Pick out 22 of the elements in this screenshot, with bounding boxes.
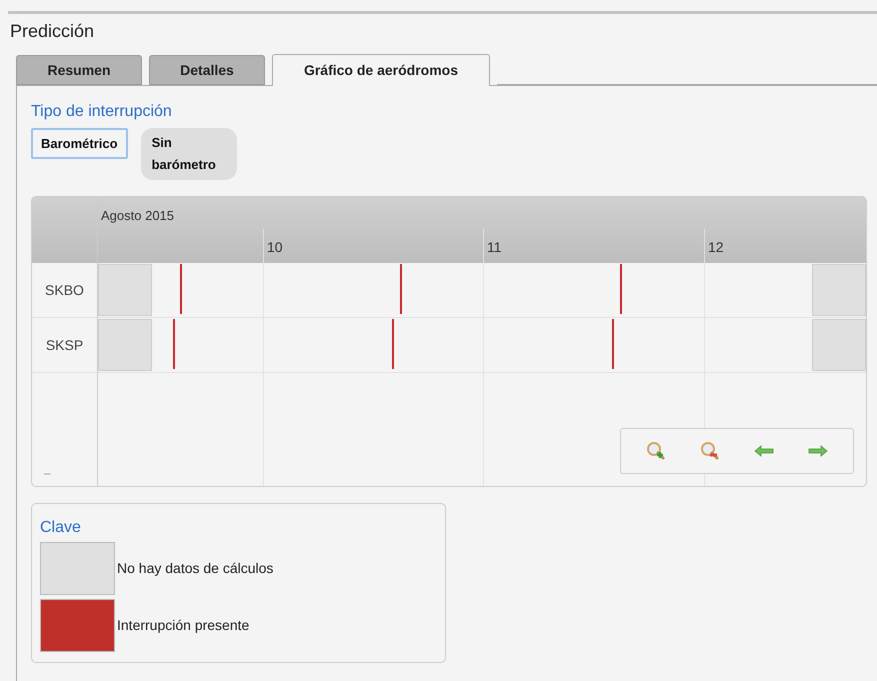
row-label: SKBO bbox=[32, 263, 97, 318]
header-corner bbox=[32, 197, 97, 263]
day-label: 10 bbox=[267, 239, 283, 255]
footer-mark: – bbox=[44, 465, 51, 482]
day-label: 12 bbox=[708, 239, 724, 255]
legend-title: Clave bbox=[40, 518, 81, 538]
left-arrow-icon[interactable] bbox=[754, 445, 774, 457]
section-heading: Tipo de interrupción bbox=[31, 102, 172, 122]
legend-label: Interrupción presente bbox=[117, 616, 250, 635]
zoom-out-icon[interactable] bbox=[700, 441, 720, 461]
row-label: SKSP bbox=[32, 318, 97, 373]
tab[interactable]: Detalles bbox=[149, 55, 265, 85]
legend-label: No hay datos de cálculos bbox=[117, 559, 274, 578]
tab[interactable]: Gráfico de aeródromos bbox=[272, 54, 490, 86]
month-label: Agosto 2015 bbox=[101, 208, 174, 223]
page-title: Predicción bbox=[10, 20, 94, 43]
option-button[interactable]: Sin barómetro bbox=[140, 128, 237, 180]
day-label: 11 bbox=[487, 239, 502, 255]
tab[interactable]: Resumen bbox=[16, 55, 142, 85]
right-arrow-icon[interactable] bbox=[808, 445, 828, 457]
option-button[interactable]: Barométrico bbox=[31, 128, 128, 159]
zoom-in-icon[interactable] bbox=[646, 441, 666, 461]
